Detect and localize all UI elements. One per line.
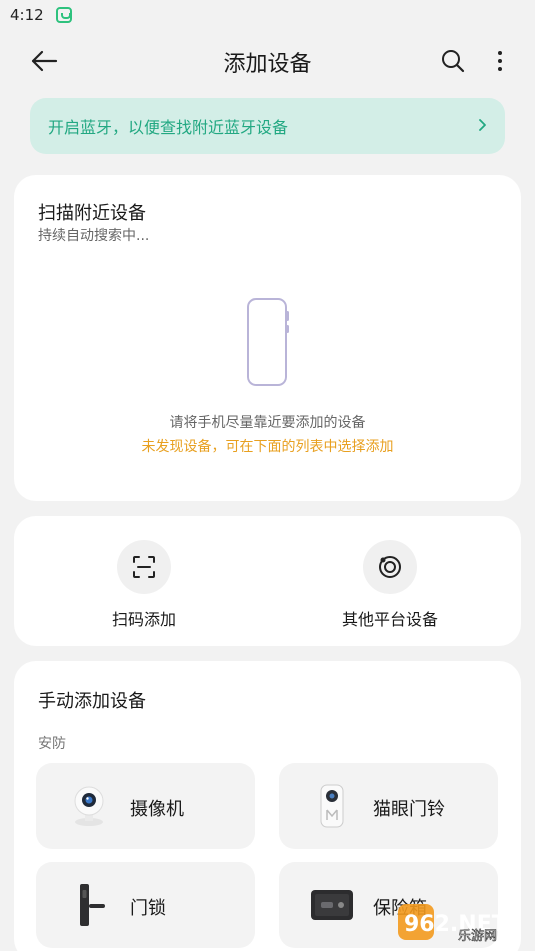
device-name-door-lock: 门锁 [130, 898, 166, 919]
search-icon[interactable] [440, 48, 466, 74]
scan-title: 扫描附近设备 [38, 203, 146, 224]
scan-code-add-label: 扫码添加 [111, 610, 176, 629]
other-platform-devices-button[interactable]: 其他平台设备 [310, 540, 470, 630]
phone-illustration-icon [247, 298, 289, 386]
watermark-sub: 乐游网 [458, 929, 497, 944]
doorbell-icon [320, 784, 344, 828]
scan-icon [133, 556, 155, 578]
platform-icon [379, 556, 401, 578]
status-bar: 4:12 [0, 0, 535, 30]
chevron-right-icon [479, 119, 486, 131]
device-name-doorbell: 猫眼门铃 [373, 799, 445, 820]
scan-subtitle: 持续自动搜索中... [38, 228, 150, 244]
device-tile-doorbell[interactable]: 猫眼门铃 [279, 763, 498, 849]
scan-code-add-button[interactable]: 扫码添加 [64, 540, 224, 630]
more-options-icon[interactable] [490, 48, 510, 74]
safe-icon [311, 890, 353, 920]
scan-hint: 请将手机尽量靠近要添加的设备 [169, 415, 366, 431]
scan-nearby-card: 扫描附近设备 持续自动搜索中... 请将手机尽量靠近要添加的设备 未发现设备，可… [14, 175, 521, 501]
door-lock-icon [80, 884, 105, 926]
header: 添加设备 [0, 38, 535, 86]
platform-icon-wrap [363, 540, 417, 594]
manual-title: 手动添加设备 [38, 691, 146, 712]
device-tile-door-lock[interactable]: 门锁 [36, 862, 255, 948]
mi-home-app-icon [55, 7, 72, 23]
camera-icon [74, 786, 104, 826]
device-name-camera: 摄像机 [130, 799, 184, 820]
scan-icon-wrap [117, 540, 171, 594]
bluetooth-banner-text: 开启蓝牙，以便查找附近蓝牙设备 [48, 118, 289, 137]
add-methods-card: 扫码添加 其他平台设备 [14, 516, 521, 646]
category-security-label: 安防 [38, 736, 66, 752]
scan-warning: 未发现设备，可在下面的列表中选择添加 [141, 439, 394, 455]
status-time: 4:12 [10, 6, 44, 24]
device-tile-camera[interactable]: 摄像机 [36, 763, 255, 849]
watermark-962-logo: 962.NET 乐游网 [398, 904, 507, 944]
other-platform-label: 其他平台设备 [341, 610, 438, 629]
bluetooth-banner[interactable]: 开启蓝牙，以便查找附近蓝牙设备 [30, 98, 505, 154]
